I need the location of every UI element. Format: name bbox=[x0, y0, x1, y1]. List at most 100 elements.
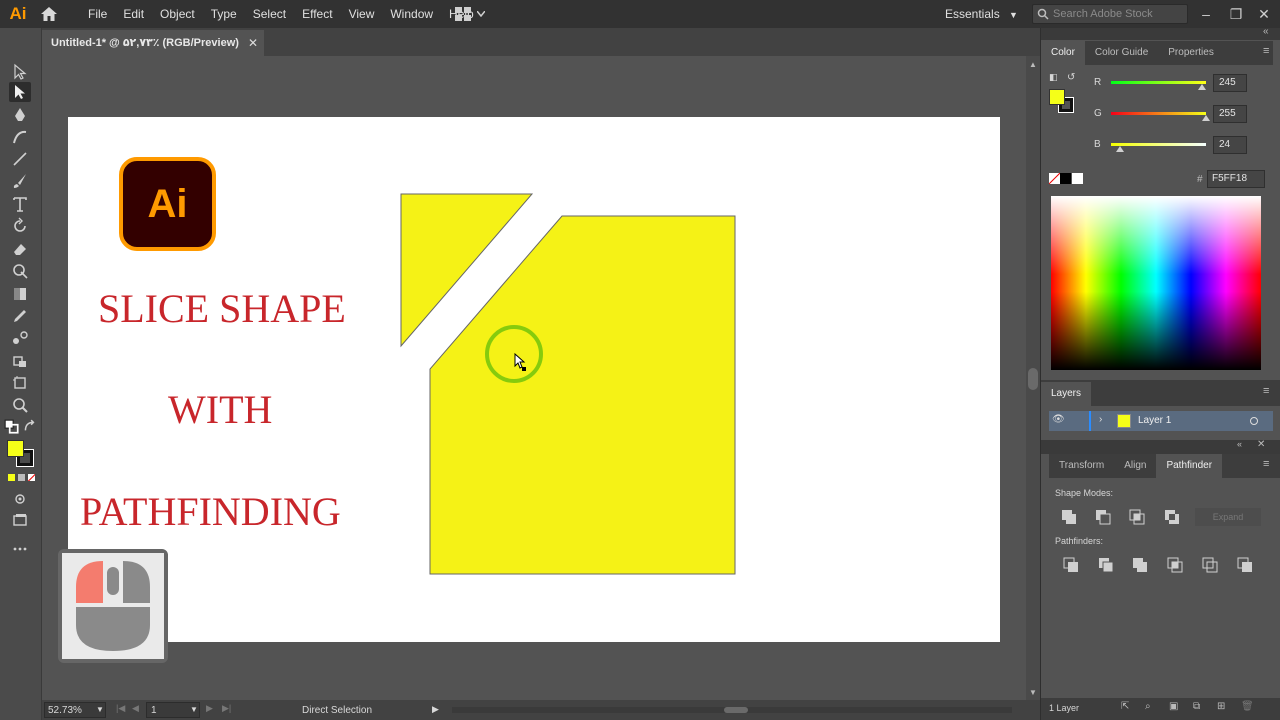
arrange-documents-button[interactable] bbox=[455, 6, 491, 22]
default-colors-icon[interactable]: ◧ bbox=[1049, 72, 1058, 83]
eye-icon[interactable]: 👁 bbox=[1052, 414, 1065, 425]
green-thumb[interactable] bbox=[1202, 115, 1210, 121]
blue-thumb[interactable] bbox=[1115, 146, 1124, 152]
scroll-thumb[interactable] bbox=[724, 707, 748, 713]
export-icon[interactable]: ⇱ bbox=[1121, 701, 1129, 712]
workspace-switcher[interactable]: Essentials ▼ bbox=[945, 0, 1018, 28]
close-icon[interactable]: ✕ bbox=[248, 30, 258, 56]
gradient-mode-icon[interactable] bbox=[18, 474, 25, 481]
collapse-icon[interactable]: « bbox=[1237, 439, 1242, 449]
minimize-button[interactable]: – bbox=[1196, 4, 1216, 24]
shape-builder-tool-icon[interactable] bbox=[9, 261, 31, 281]
black-swatch[interactable] bbox=[1060, 173, 1071, 184]
tab-properties[interactable]: Properties bbox=[1158, 41, 1224, 65]
close-icon[interactable]: ✕ bbox=[1257, 439, 1265, 450]
locate-object-icon[interactable]: ⌕ bbox=[1145, 701, 1151, 712]
menu-file[interactable]: File bbox=[80, 0, 115, 28]
status-menu-icon[interactable]: ▶ bbox=[432, 704, 439, 715]
none-swatch[interactable] bbox=[1049, 173, 1060, 184]
new-layer-icon[interactable]: ⊞ bbox=[1217, 701, 1225, 712]
menu-type[interactable]: Type bbox=[203, 0, 245, 28]
tab-color[interactable]: Color bbox=[1041, 41, 1085, 65]
tab-transform[interactable]: Transform bbox=[1049, 454, 1114, 478]
panel-menu-icon[interactable]: ≡ bbox=[1263, 458, 1269, 470]
line-tool-icon[interactable] bbox=[9, 149, 31, 169]
tab-layers[interactable]: Layers bbox=[1041, 382, 1092, 406]
eyedropper-tool-icon[interactable] bbox=[9, 306, 31, 326]
symbol-sprayer-tool-icon[interactable] bbox=[9, 351, 31, 371]
exclude-icon[interactable] bbox=[1164, 509, 1180, 525]
merge-icon[interactable] bbox=[1132, 557, 1148, 573]
main-slice-shape[interactable] bbox=[429, 215, 736, 575]
panel-menu-icon[interactable]: ≡ bbox=[1263, 385, 1269, 397]
fill-swatch[interactable] bbox=[7, 440, 24, 457]
green-value-input[interactable]: 255 bbox=[1213, 105, 1247, 123]
outline-icon[interactable] bbox=[1202, 557, 1218, 573]
menu-view[interactable]: View bbox=[341, 0, 383, 28]
tab-color-guide[interactable]: Color Guide bbox=[1085, 41, 1158, 65]
red-value-input[interactable]: 245 bbox=[1213, 74, 1247, 92]
collapse-icon[interactable]: « bbox=[1263, 26, 1269, 37]
minus-front-icon[interactable] bbox=[1095, 509, 1111, 525]
direct-selection-tool-icon[interactable] bbox=[9, 82, 31, 102]
delete-icon[interactable]: 🗑 bbox=[1241, 701, 1254, 712]
minus-back-icon[interactable] bbox=[1237, 557, 1253, 573]
menu-object[interactable]: Object bbox=[152, 0, 203, 28]
green-track[interactable] bbox=[1111, 112, 1206, 115]
gradient-tool-icon[interactable] bbox=[9, 284, 31, 304]
green-slider[interactable]: G 255 bbox=[1091, 105, 1280, 125]
tab-pathfinder[interactable]: Pathfinder bbox=[1156, 454, 1223, 478]
type-tool-icon[interactable] bbox=[9, 194, 31, 214]
crop-icon[interactable] bbox=[1167, 557, 1183, 573]
document-tab[interactable]: Untitled-1* @ ۵۲,۷۳٪ (RGB/Preview) ✕ bbox=[42, 30, 264, 56]
home-icon[interactable] bbox=[36, 0, 62, 28]
more-tools-icon[interactable] bbox=[9, 539, 31, 559]
rotate-tool-icon[interactable] bbox=[9, 216, 31, 236]
blue-slider[interactable]: B 24 bbox=[1091, 136, 1280, 156]
scroll-thumb[interactable] bbox=[1028, 368, 1038, 390]
hex-input[interactable]: F5FF18 bbox=[1207, 170, 1265, 188]
previous-artboard-icon[interactable]: ◀ bbox=[132, 703, 139, 714]
zoom-tool-icon[interactable] bbox=[9, 395, 31, 415]
scroll-down-icon[interactable]: ▼ bbox=[1029, 688, 1037, 697]
scroll-up-icon[interactable]: ▲ bbox=[1029, 60, 1037, 69]
search-input[interactable]: Search Adobe Stock bbox=[1032, 4, 1188, 24]
next-artboard-icon[interactable]: ▶ bbox=[206, 703, 213, 714]
red-track[interactable] bbox=[1111, 81, 1206, 84]
menu-effect[interactable]: Effect bbox=[294, 0, 340, 28]
draw-mode-icon[interactable] bbox=[9, 489, 31, 509]
horizontal-scrollbar[interactable] bbox=[452, 707, 1012, 713]
fill-stroke-swatch[interactable] bbox=[7, 440, 35, 468]
menu-edit[interactable]: Edit bbox=[115, 0, 152, 28]
vertical-scrollbar[interactable]: ▲ ▼ bbox=[1026, 56, 1040, 700]
blue-track[interactable] bbox=[1111, 143, 1206, 146]
first-artboard-icon[interactable]: |◀ bbox=[116, 703, 125, 714]
expand-layer-icon[interactable]: › bbox=[1099, 414, 1102, 425]
divide-icon[interactable] bbox=[1063, 557, 1079, 573]
panel-menu-icon[interactable]: ≡ bbox=[1263, 45, 1269, 57]
unite-icon[interactable] bbox=[1061, 509, 1077, 525]
maximize-button[interactable]: ❐ bbox=[1226, 4, 1246, 24]
expand-button[interactable]: Expand bbox=[1195, 508, 1261, 526]
intersect-icon[interactable] bbox=[1129, 509, 1145, 525]
trim-icon[interactable] bbox=[1098, 557, 1114, 573]
blend-tool-icon[interactable] bbox=[9, 328, 31, 348]
white-swatch[interactable] bbox=[1072, 173, 1083, 184]
curvature-tool-icon[interactable] bbox=[9, 127, 31, 147]
swap-colors-icon[interactable]: ↺ bbox=[1067, 72, 1075, 83]
zoom-select[interactable]: 52.73% ▼ bbox=[44, 702, 106, 718]
color-mode-icon[interactable] bbox=[8, 474, 15, 481]
none-mode-icon[interactable] bbox=[28, 474, 35, 481]
canvas[interactable]: Ai SLICE SHAPE WITH PATHFINDING bbox=[42, 56, 1026, 700]
tab-align[interactable]: Align bbox=[1114, 454, 1156, 478]
eraser-tool-icon[interactable] bbox=[9, 239, 31, 259]
pen-tool-icon[interactable] bbox=[9, 105, 31, 125]
close-window-button[interactable]: ✕ bbox=[1254, 4, 1274, 24]
new-sublayer-icon[interactable]: ⧉ bbox=[1193, 701, 1200, 712]
menu-window[interactable]: Window bbox=[382, 0, 441, 28]
fill-swatch[interactable] bbox=[1049, 89, 1065, 105]
last-artboard-icon[interactable]: ▶| bbox=[222, 703, 231, 714]
menu-select[interactable]: Select bbox=[245, 0, 294, 28]
screen-mode-icon[interactable] bbox=[9, 510, 31, 530]
default-fill-stroke-icon[interactable] bbox=[4, 419, 20, 434]
